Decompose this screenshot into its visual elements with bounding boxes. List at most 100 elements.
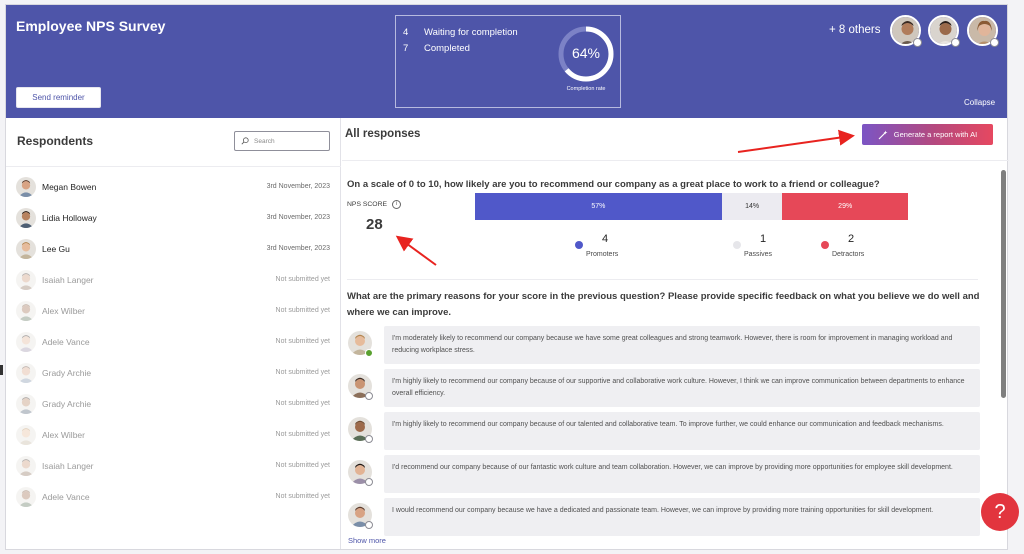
- comment-text: I'd recommend our company because of our…: [384, 455, 980, 493]
- search-input[interactable]: Search: [234, 131, 330, 151]
- checkmark-badge-icon: [365, 349, 373, 357]
- respondent-name: Adele Vance: [42, 337, 90, 347]
- divider: [342, 160, 1009, 161]
- respondent-name: Grady Archie: [42, 399, 92, 409]
- generate-report-ai-button[interactable]: Generate a report with AI: [862, 124, 993, 145]
- legend-label: Detractors: [832, 251, 865, 258]
- presence-badge-icon: [365, 478, 373, 486]
- respondent-name: Adele Vance: [42, 492, 90, 502]
- question-1: On a scale of 0 to 10, how likely are yo…: [347, 179, 880, 190]
- respondent-date: 3rd November, 2023: [266, 214, 330, 221]
- window-edge-marker: [0, 365, 3, 375]
- respondent-row[interactable]: Isaiah Langer Not submitted yet: [6, 265, 340, 296]
- comment-text: I'm highly likely to recommend our compa…: [384, 412, 980, 450]
- respondent-name: Lidia Holloway: [42, 213, 97, 223]
- nps-breakdown-bar: 57% 14% 29%: [475, 193, 908, 220]
- search-placeholder: Search: [254, 137, 275, 145]
- avatar: [16, 177, 36, 197]
- stat-waiting: 4 Waiting for completion: [403, 27, 518, 38]
- respondent-date: 3rd November, 2023: [266, 183, 330, 190]
- respondent-name: Lee Gu: [42, 244, 70, 254]
- send-reminder-button[interactable]: Send reminder: [16, 87, 101, 108]
- respondent-name: Megan Bowen: [42, 182, 97, 192]
- respondent-row[interactable]: Isaiah Langer Not submitted yet: [6, 451, 340, 482]
- respondent-row[interactable]: Grady Archie Not submitted yet: [6, 358, 340, 389]
- legend-label: Passives: [744, 251, 773, 258]
- header-avatar-3[interactable]: [967, 15, 1000, 48]
- respondents-title: Respondents: [17, 134, 94, 148]
- legend-label: Promoters: [586, 251, 619, 258]
- nps-score-label: NPS SCORE i: [347, 200, 402, 209]
- respondent-date: Not submitted yet: [275, 369, 330, 376]
- stat-waiting-count: 4: [403, 27, 409, 38]
- header-avatar-1[interactable]: [890, 15, 923, 48]
- nps-score-value: 28: [366, 216, 383, 233]
- info-icon[interactable]: i: [392, 200, 402, 209]
- generate-report-label: Generate a report with AI: [893, 130, 978, 139]
- presence-badge-icon: [990, 38, 999, 47]
- nps-bar-segment: 57%: [475, 193, 722, 220]
- respondent-name: Grady Archie: [42, 368, 92, 378]
- comment-text: I would recommend our company because we…: [384, 498, 980, 536]
- legend-dot-icon: [575, 241, 583, 249]
- divider: [347, 279, 978, 280]
- comment-text: I'm moderately likely to recommend our c…: [384, 326, 980, 364]
- respondent-row[interactable]: Megan Bowen 3rd November, 2023: [6, 172, 340, 203]
- presence-badge-icon: [365, 392, 373, 400]
- stat-waiting-label: Waiting for completion: [424, 27, 518, 38]
- presence-badge-icon: [913, 38, 922, 47]
- respondent-date: Not submitted yet: [275, 338, 330, 345]
- stat-completed-label: Completed: [424, 43, 470, 54]
- stat-completed-count: 7: [403, 43, 409, 54]
- respondent-row[interactable]: Adele Vance Not submitted yet: [6, 327, 340, 358]
- stat-completed: 7 Completed: [403, 43, 470, 54]
- respondent-row[interactable]: Alex Wilber Not submitted yet: [6, 420, 340, 451]
- divider: [6, 166, 341, 167]
- respondent-name: Isaiah Langer: [42, 275, 94, 285]
- avatar: [16, 270, 36, 290]
- avatar: [16, 425, 36, 445]
- respondent-date: 3rd November, 2023: [266, 245, 330, 252]
- respondent-row[interactable]: Grady Archie Not submitted yet: [6, 389, 340, 420]
- magic-wand-icon: [878, 130, 888, 139]
- completion-rate-caption: Completion rate: [566, 86, 606, 92]
- nps-bar-segment: 14%: [721, 193, 783, 220]
- completion-stats-panel: 4 Waiting for completion 7 Completed 64%…: [395, 15, 621, 108]
- avatar: [16, 394, 36, 414]
- respondent-date: Not submitted yet: [275, 307, 330, 314]
- others-count[interactable]: + 8 others: [829, 24, 880, 36]
- search-icon: [241, 137, 249, 145]
- respondent-date: Not submitted yet: [275, 431, 330, 438]
- avatar: [16, 456, 36, 476]
- respondent-name: Isaiah Langer: [42, 461, 94, 471]
- comment-item: I would recommend our company because we…: [348, 498, 980, 536]
- help-button[interactable]: ?: [981, 493, 1019, 531]
- show-more-link[interactable]: Show more: [348, 536, 386, 545]
- scrollbar[interactable]: [1001, 170, 1006, 398]
- avatar: [16, 363, 36, 383]
- nps-score-label-text: NPS SCORE: [347, 201, 388, 208]
- respondent-row[interactable]: Lee Gu 3rd November, 2023: [6, 234, 340, 265]
- comment-item: I'd recommend our company because of our…: [348, 455, 980, 493]
- avatar: [16, 332, 36, 352]
- question-2: What are the primary reasons for your sc…: [347, 291, 980, 318]
- respondents-panel: Respondents Search Megan Bowen 3rd Novemb…: [6, 118, 341, 549]
- respondent-date: Not submitted yet: [275, 462, 330, 469]
- nps-bar-segment: 29%: [782, 193, 908, 220]
- collapse-button[interactable]: Collapse: [964, 98, 995, 107]
- completion-rate-value: 64%: [571, 45, 601, 61]
- avatar: [16, 208, 36, 228]
- respondent-date: Not submitted yet: [275, 493, 330, 500]
- legend-dot-icon: [821, 241, 829, 249]
- avatar: [16, 487, 36, 507]
- header-avatar-2[interactable]: [928, 15, 961, 48]
- all-responses-title: All responses: [345, 128, 421, 140]
- avatar: [16, 301, 36, 321]
- legend-count: 2: [848, 233, 855, 245]
- respondent-row[interactable]: Lidia Holloway 3rd November, 2023: [6, 203, 340, 234]
- respondent-row[interactable]: Alex Wilber Not submitted yet: [6, 296, 340, 327]
- comment-item: I'm highly likely to recommend our compa…: [348, 369, 980, 407]
- respondent-date: Not submitted yet: [275, 400, 330, 407]
- respondent-row[interactable]: Adele Vance Not submitted yet: [6, 482, 340, 513]
- presence-badge-icon: [951, 38, 960, 47]
